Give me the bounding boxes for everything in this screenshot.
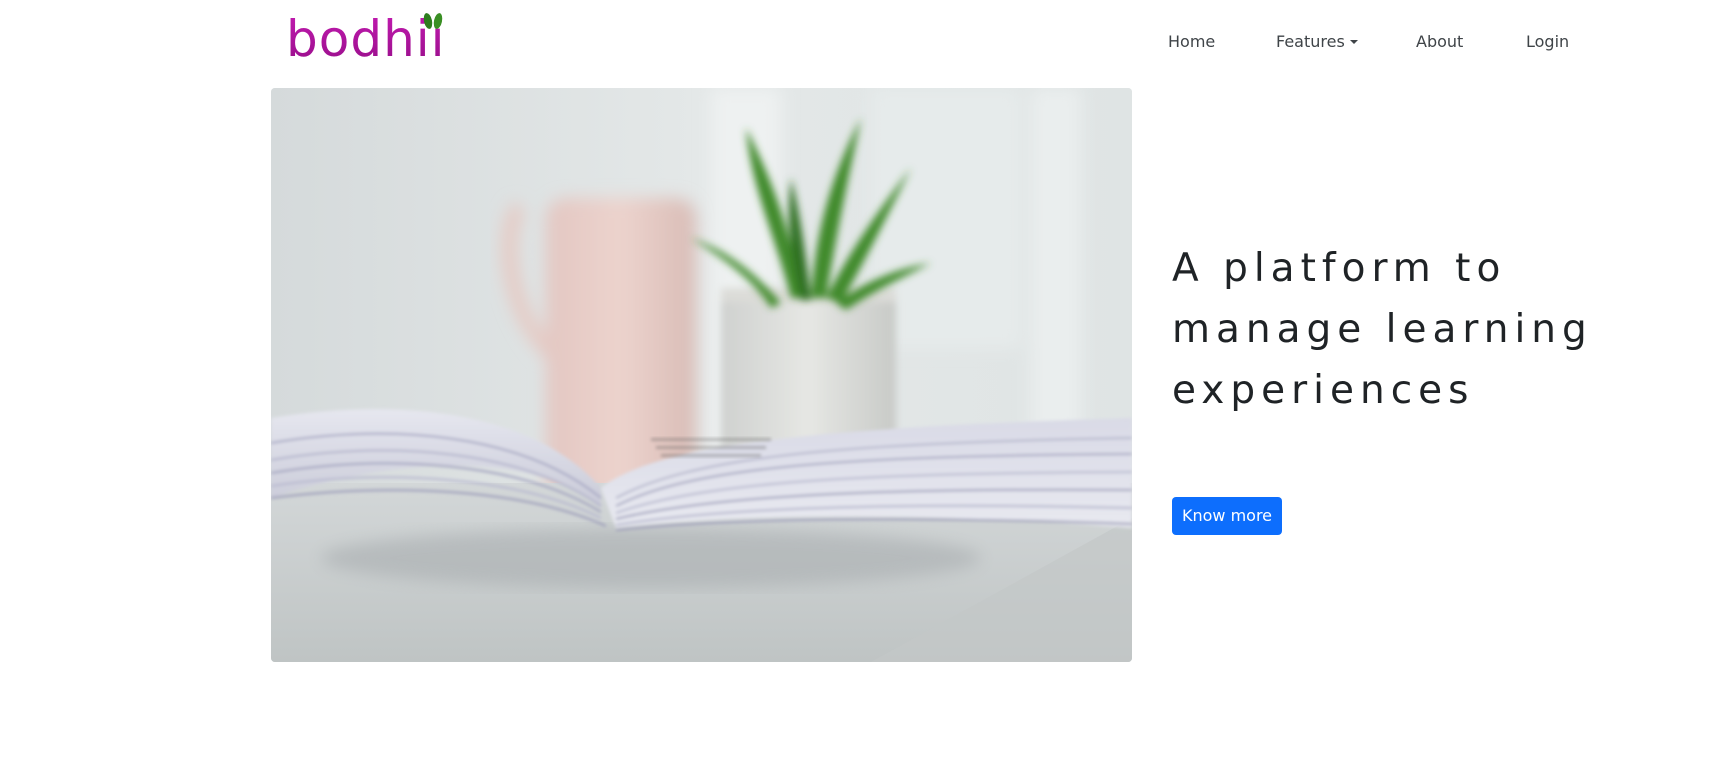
nav-features-label: Features xyxy=(1276,32,1345,51)
open-book-photo-icon xyxy=(271,88,1132,662)
nav-home-link[interactable]: Home xyxy=(1168,28,1215,56)
main-nav: Home Features About Login xyxy=(0,28,1726,56)
know-more-button[interactable]: Know more xyxy=(1172,497,1282,535)
hero-heading: A platform to manage learning experience… xyxy=(1172,246,1593,413)
nav-login-link[interactable]: Login xyxy=(1526,28,1569,56)
hero-image xyxy=(271,88,1132,662)
nav-features-dropdown[interactable]: Features xyxy=(1276,28,1358,56)
caret-down-icon xyxy=(1349,40,1358,44)
page: bodhii Home Features About Login A platf… xyxy=(0,0,1726,781)
nav-about-link[interactable]: About xyxy=(1416,28,1463,56)
